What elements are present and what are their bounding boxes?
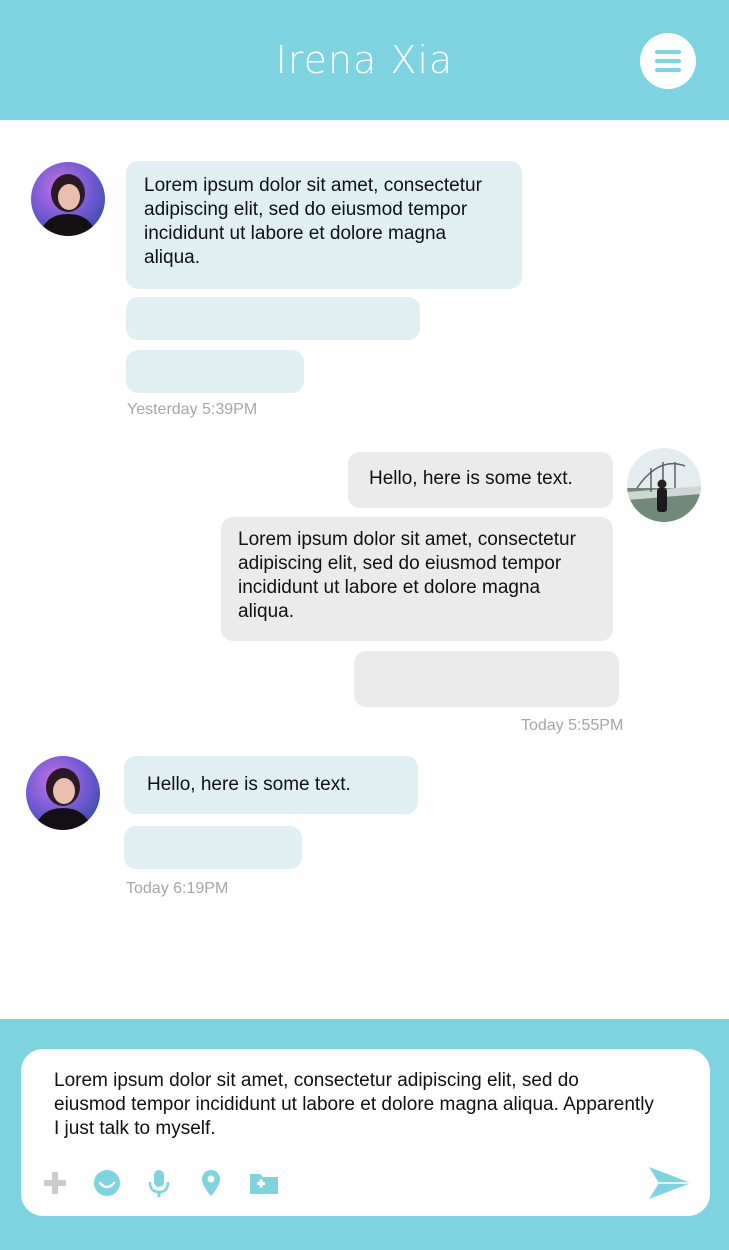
- header-bar: Irena Xia: [0, 0, 729, 120]
- plus-icon: [44, 1172, 66, 1194]
- plus-button[interactable]: [39, 1167, 71, 1199]
- emoji-button[interactable]: [91, 1167, 123, 1199]
- incoming-message-bubble[interactable]: Lorem ipsum dolor sit amet, consectetur …: [126, 161, 522, 289]
- message-timestamp: Yesterday 5:39PM: [127, 401, 258, 418]
- contact-name: Irena Xia: [275, 38, 454, 82]
- send-button[interactable]: [647, 1165, 693, 1201]
- contact-photo: [26, 756, 100, 830]
- message-text: Lorem ipsum dolor sit amet, consectetur …: [144, 175, 482, 268]
- contact-avatar[interactable]: [26, 756, 100, 830]
- user-photo: [627, 448, 701, 522]
- message-timestamp: Today 6:19PM: [126, 880, 229, 897]
- add-folder-icon: [250, 1174, 278, 1194]
- incoming-message-placeholder[interactable]: [124, 826, 302, 869]
- location-button[interactable]: [195, 1167, 227, 1199]
- send-icon: [649, 1167, 691, 1199]
- user-avatar[interactable]: [627, 448, 701, 522]
- message-text: Lorem ipsum dolor sit amet, consectetur …: [238, 529, 576, 622]
- message-text: Hello, here is some text.: [369, 468, 573, 489]
- message-input-text[interactable]: Lorem ipsum dolor sit amet, consectetur …: [54, 1069, 654, 1141]
- incoming-message-placeholder[interactable]: [126, 297, 420, 340]
- microphone-button[interactable]: [143, 1167, 175, 1199]
- incoming-message-placeholder[interactable]: [126, 350, 304, 393]
- location-pin-icon: [202, 1170, 220, 1196]
- incoming-message-bubble[interactable]: Hello, here is some text.: [124, 756, 418, 814]
- contact-photo: [31, 162, 105, 236]
- outgoing-message-bubble[interactable]: Lorem ipsum dolor sit amet, consectetur …: [221, 517, 613, 641]
- outgoing-message-bubble[interactable]: Hello, here is some text.: [348, 452, 613, 508]
- emoji-icon: [94, 1170, 120, 1196]
- composer-bar: Lorem ipsum dolor sit amet, consectetur …: [0, 1019, 729, 1250]
- message-input[interactable]: Lorem ipsum dolor sit amet, consectetur …: [21, 1049, 710, 1216]
- contact-avatar[interactable]: [31, 162, 105, 236]
- message-text: Hello, here is some text.: [147, 774, 351, 795]
- chat-screen: Irena Xia Lorem ipsum dolor sit amet, co…: [0, 0, 729, 1250]
- outgoing-message-placeholder[interactable]: [354, 651, 619, 707]
- message-timestamp: Today 5:55PM: [521, 717, 624, 734]
- menu-button[interactable]: [640, 33, 696, 89]
- microphone-icon: [148, 1170, 170, 1197]
- attach-folder-button[interactable]: [248, 1167, 280, 1199]
